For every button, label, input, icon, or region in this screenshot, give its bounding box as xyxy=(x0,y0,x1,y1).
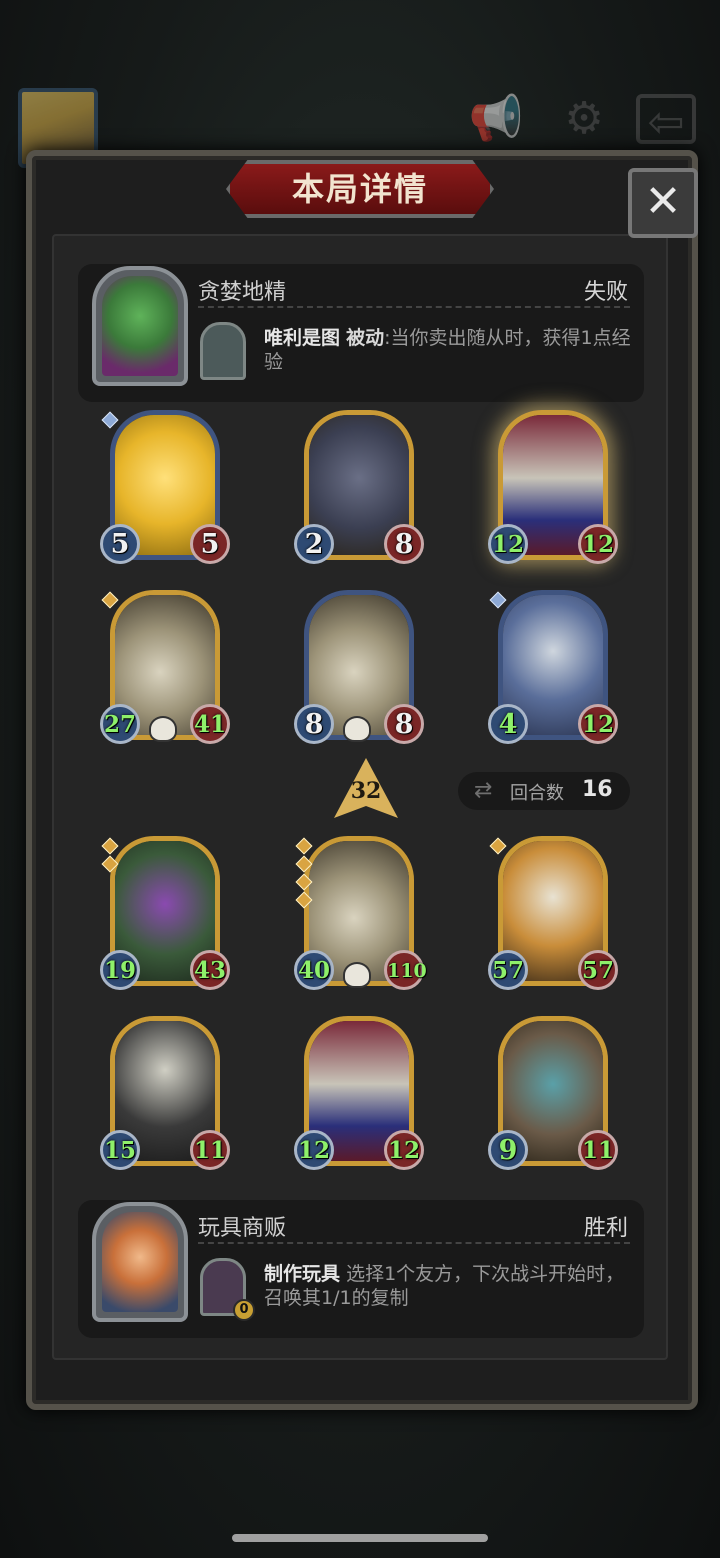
dialog-title: 本局详情 xyxy=(291,170,428,208)
health-value: 12 xyxy=(384,1130,424,1170)
attack-value: 8 xyxy=(294,704,334,744)
skull-icon xyxy=(343,962,371,988)
health-value: 41 xyxy=(190,704,230,744)
self-portrait[interactable] xyxy=(92,1202,188,1322)
turn-counter: ⇄ 回合数 16 xyxy=(458,772,630,810)
close-button[interactable]: ✕ xyxy=(628,168,698,238)
exit-icon[interactable]: ⇦ xyxy=(636,94,696,148)
opponent-result: 失败 xyxy=(583,280,628,305)
tavern-tier-badge: 32 xyxy=(334,758,398,818)
opponent-portrait[interactable] xyxy=(92,266,188,386)
opponent-skill-text: 唯利是图 被动:当你卖出随从时，获得1点经验 xyxy=(264,326,634,374)
health-value: 8 xyxy=(384,524,424,564)
attack-value: 9 xyxy=(488,1130,528,1170)
turn-label: 回合数 xyxy=(510,783,564,804)
attack-value: 27 xyxy=(100,704,140,744)
self-name: 玩具商贩 xyxy=(198,1216,287,1241)
minion-card[interactable]: 28 xyxy=(294,410,424,570)
minion-card[interactable]: 15 11 xyxy=(100,1016,230,1176)
minion-card[interactable]: 9 11 xyxy=(488,1016,618,1176)
divider xyxy=(198,306,630,308)
attack-value: 19 xyxy=(100,950,140,990)
health-value: 57 xyxy=(578,950,618,990)
minion-card[interactable]: 40 110 xyxy=(294,836,427,996)
health-value: 12 xyxy=(578,524,618,564)
health-value: 5 xyxy=(190,524,230,564)
self-result: 胜利 xyxy=(583,1216,628,1241)
minion-card[interactable]: 19 43 xyxy=(100,836,230,996)
top-bar: 📢 ⚙ ⇦ xyxy=(0,80,720,168)
minion-card[interactable]: 88 xyxy=(294,590,424,750)
divider xyxy=(198,1242,630,1244)
health-value: 12 xyxy=(578,704,618,744)
skill-type: 被动 xyxy=(346,327,385,349)
home-indicator xyxy=(232,1534,488,1542)
minion-card[interactable]: 27 41 xyxy=(100,590,230,750)
self-card: 玩具商贩 胜利 0 制作玩具 选择1个友方，下次战斗开始时，召唤其1/1的复制 xyxy=(78,1200,644,1338)
minion-card[interactable]: 57 57 xyxy=(488,836,618,996)
gear-icon[interactable]: ⚙ xyxy=(554,94,614,144)
attack-value: 2 xyxy=(294,524,334,564)
minion-card[interactable]: 12 12 xyxy=(294,1016,424,1176)
tier-value: 32 xyxy=(350,778,382,804)
attack-value: 4 xyxy=(488,704,528,744)
title-banner: 本局详情 xyxy=(226,160,494,218)
health-value: 11 xyxy=(578,1130,618,1170)
megaphone-icon[interactable]: 📢 xyxy=(466,94,526,144)
attack-value: 40 xyxy=(294,950,334,990)
repeat-icon: ⇄ xyxy=(474,778,493,803)
health-value: 110 xyxy=(384,950,427,990)
minion-card[interactable]: 4 12 xyxy=(488,590,618,750)
turn-value: 16 xyxy=(582,777,613,802)
attack-value: 12 xyxy=(294,1130,334,1170)
attack-value: 57 xyxy=(488,950,528,990)
self-skill-text: 制作玩具 选择1个友方，下次战斗开始时，召唤其1/1的复制 xyxy=(264,1262,634,1310)
minion-card[interactable]: 12 12 xyxy=(488,410,618,570)
attack-value: 12 xyxy=(488,524,528,564)
skull-icon xyxy=(343,716,371,742)
health-value: 43 xyxy=(190,950,230,990)
skill-counter: 0 xyxy=(233,1299,255,1321)
minion-card[interactable]: 55 xyxy=(100,410,230,570)
attack-value: 15 xyxy=(100,1130,140,1170)
attack-value: 5 xyxy=(100,524,140,564)
health-value: 8 xyxy=(384,704,424,744)
skill-name: 制作玩具 xyxy=(264,1263,341,1285)
skull-icon xyxy=(149,716,177,742)
opponent-name: 贪婪地精 xyxy=(198,280,287,305)
health-value: 11 xyxy=(190,1130,230,1170)
opponent-card: 贪婪地精 失败 唯利是图 被动:当你卖出随从时，获得1点经验 xyxy=(78,264,644,402)
skill-name: 唯利是图 xyxy=(264,327,341,349)
self-skill-icon[interactable]: 0 xyxy=(200,1258,255,1321)
opponent-skill-icon[interactable] xyxy=(200,322,246,380)
